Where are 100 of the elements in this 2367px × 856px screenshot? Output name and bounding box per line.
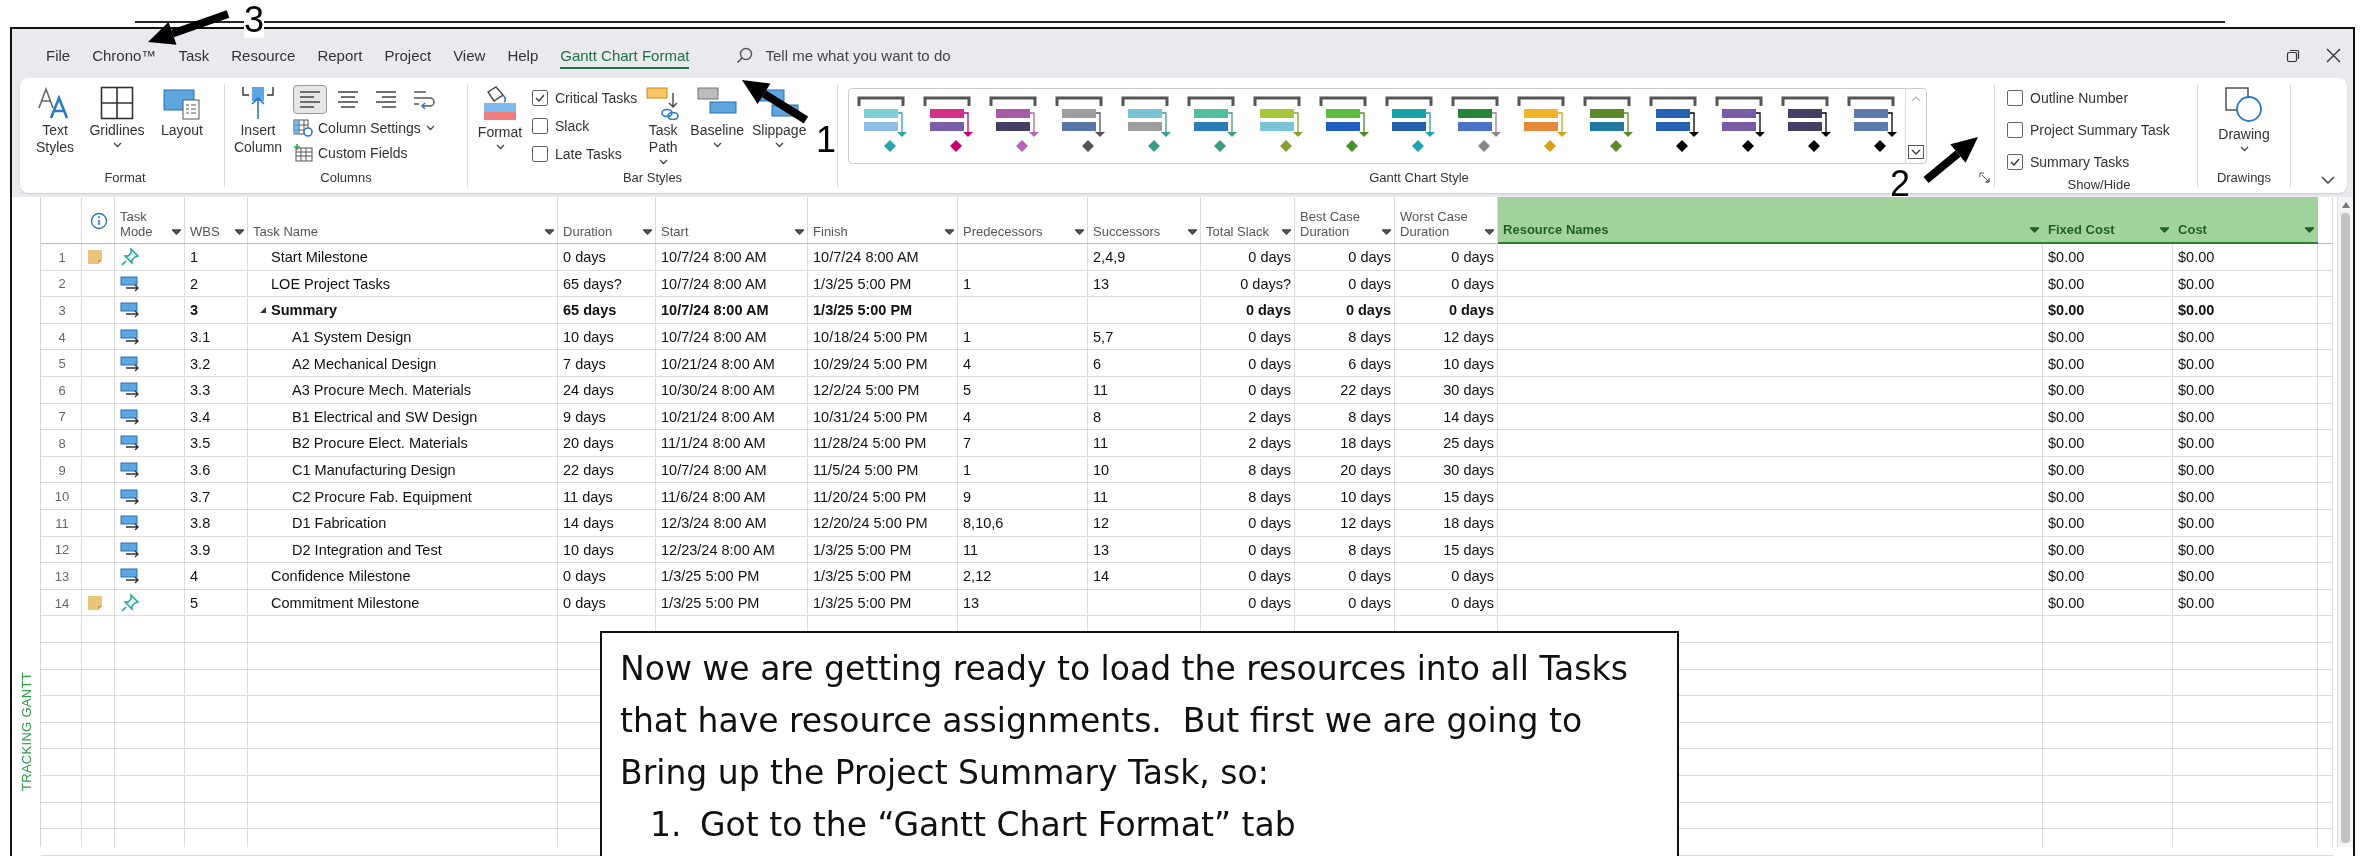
column-header[interactable]: Total Slack	[1201, 197, 1296, 244]
table-cell: 8	[1093, 408, 1102, 425]
link-arrow	[1161, 112, 1171, 137]
table-cell: 10/31/24 5:00 PM	[813, 408, 928, 425]
column-header[interactable]: Start	[656, 197, 809, 244]
checkbox-label[interactable]: Critical Tasks	[555, 90, 638, 106]
checkbox[interactable]	[2007, 90, 2023, 106]
table-cell: B2 Procure Elect. Materials	[292, 435, 468, 452]
dialog-launcher-button[interactable]	[1979, 172, 1990, 183]
menu-tab[interactable]: Project	[384, 42, 432, 69]
column-header[interactable]: Cost	[2173, 197, 2319, 244]
table-cell: 0 days	[1248, 355, 1292, 372]
collapse-ribbon-button[interactable]	[2321, 176, 2335, 185]
column-header[interactable]: Duration	[558, 197, 657, 244]
checkbox-label[interactable]: Outline Number	[2030, 90, 2129, 106]
baseline-button[interactable]: Baseline	[689, 84, 746, 150]
column-header[interactable]: WBS	[185, 197, 249, 244]
menu-tab[interactable]: File	[46, 42, 71, 69]
row-number: 1	[58, 249, 66, 265]
group-label: Show/Hide	[2066, 176, 2132, 194]
menu-tab[interactable]: Report	[317, 42, 363, 69]
table-cell: $0.00	[2178, 568, 2215, 585]
column-header[interactable]: Task Name	[248, 197, 559, 244]
task-path-button[interactable]: Task Path	[643, 84, 684, 167]
custom-fields-icon	[293, 144, 313, 162]
table-cell: 10/7/24 8:00 AM	[661, 275, 767, 292]
table-cell: $0.00	[2178, 329, 2215, 346]
checkbox[interactable]	[2007, 154, 2023, 170]
table-cell: 9 days	[563, 408, 606, 425]
layout-button[interactable]: Layout	[156, 84, 208, 141]
checkbox[interactable]	[532, 90, 548, 106]
bar-format-button[interactable]: Format	[474, 84, 526, 152]
table-cell: 15 days	[1443, 541, 1495, 558]
table-cell: 0 days?	[1240, 275, 1292, 292]
checkbox-label[interactable]: Late Tasks	[555, 146, 622, 162]
callout-text: Now we are getting ready to load the resources into all Tasks that have resource assignments. But first we are going to Bring up the Project Summary Task, so:	[620, 648, 1629, 794]
table-cell: 0 days	[1248, 541, 1292, 558]
more-styles-button[interactable]	[1908, 145, 1924, 159]
table-cell: 11/1/24 8:00 AM	[661, 435, 766, 452]
column-header[interactable]: Resource Names	[1498, 197, 2044, 244]
close-button[interactable]	[2326, 48, 2341, 63]
caret-icon	[1282, 229, 1292, 235]
drawing-button[interactable]: Drawing	[2213, 84, 2275, 154]
menu-tab[interactable]: View	[453, 42, 486, 69]
align-button[interactable]	[293, 84, 327, 114]
table-cell: $0.00	[2048, 355, 2085, 372]
table-cell: 0 days	[1245, 302, 1292, 319]
restore-button[interactable]	[2286, 48, 2300, 63]
column-header[interactable]: Predecessors	[958, 197, 1089, 244]
bracket-icon	[1847, 96, 1895, 106]
scrollbar[interactable]	[2337, 197, 2353, 847]
menu-tab[interactable]: Chrono™	[92, 42, 157, 69]
checkbox-label[interactable]: Slack	[555, 118, 590, 134]
collapse-triangle-icon[interactable]	[259, 306, 268, 315]
table-cell: 0 days	[1248, 595, 1292, 611]
table-cell: 10 days	[563, 541, 614, 558]
table-cell: B1 Electrical and SW Design	[292, 408, 478, 425]
bracket-icon	[1715, 96, 1763, 106]
menu-tab[interactable]: Help	[507, 42, 539, 69]
table-cell: 3.2	[190, 355, 211, 372]
column-header[interactable]: Best Case Duration	[1295, 197, 1396, 244]
menu-tab[interactable]: Gantt Chart Format	[560, 42, 690, 69]
checkbox[interactable]	[532, 118, 548, 134]
table-cell: 11 days	[563, 488, 613, 505]
table-cell: 12/3/24 8:00 AM	[661, 515, 767, 532]
column-settings-button[interactable]: Column Settings	[293, 117, 441, 139]
custom-fields-button[interactable]: Custom Fields	[293, 142, 441, 164]
column-header[interactable]: Successors	[1088, 197, 1202, 244]
group-label: Bar Styles	[621, 169, 684, 187]
gridlines-button[interactable]: Gridlines	[86, 84, 148, 150]
table-cell: $0.00	[2048, 249, 2085, 266]
row-number: 5	[58, 356, 66, 372]
menu-tab[interactable]: Task	[178, 42, 210, 69]
checkbox[interactable]	[2007, 122, 2023, 138]
column-header[interactable]: Fixed Cost	[2043, 197, 2174, 244]
column-header[interactable]: Worst Case Duration	[1395, 197, 1499, 244]
search-field[interactable]: Tell me what you want to do	[763, 45, 1068, 66]
insert-column-button[interactable]: Insert Column	[231, 84, 285, 158]
table-cell: $0.00	[2048, 275, 2085, 292]
table-cell: 10/18/24 5:00 PM	[813, 329, 928, 346]
insert-column-icon	[241, 86, 275, 120]
link-arrow	[1029, 112, 1039, 137]
text-styles-button[interactable]: Text Styles	[32, 84, 78, 158]
caret-icon	[112, 142, 122, 148]
column-header[interactable]: Task Mode	[115, 197, 186, 244]
column-header[interactable]: Finish	[808, 197, 959, 244]
checkbox[interactable]	[532, 146, 548, 162]
table-cell: 8 days	[1248, 462, 1292, 479]
menu-tab[interactable]: Resource	[231, 42, 296, 69]
group-label: Drawings	[2215, 169, 2273, 187]
caret-icon	[1485, 229, 1495, 235]
checkbox-label[interactable]: Project Summary Task	[2030, 122, 2170, 138]
table-cell: 20 days	[1340, 462, 1392, 479]
checkbox-label[interactable]: Summary Tasks	[2030, 154, 2130, 170]
table-cell: A1 System Design	[292, 329, 412, 346]
scroll-up-icon	[1911, 95, 1921, 102]
table-cell: 3.8	[190, 515, 211, 532]
caret-icon	[643, 229, 653, 235]
table-cell: 0 days	[1451, 275, 1495, 292]
table-cell: 5	[963, 382, 972, 399]
